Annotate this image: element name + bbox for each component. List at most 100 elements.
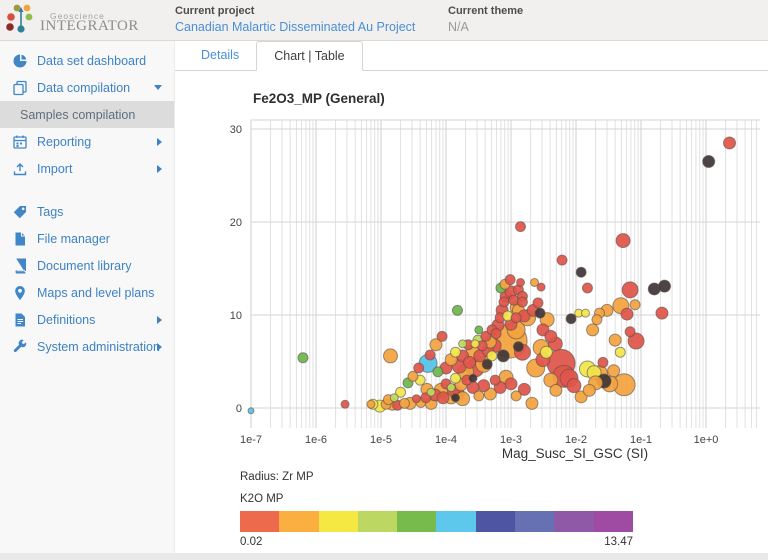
scatter-point xyxy=(515,222,525,232)
scatter-point xyxy=(545,330,557,342)
scatter-point xyxy=(491,329,501,339)
color-scale-segment xyxy=(594,511,633,532)
tab-chart-table[interactable]: Chart | Table xyxy=(256,41,362,71)
scatter-point xyxy=(557,255,567,265)
scatter-point xyxy=(516,278,524,286)
color-legend-label: K2O MP xyxy=(240,493,283,505)
scatter-point xyxy=(469,374,477,382)
scatter-point xyxy=(550,384,562,396)
chevron-right-icon xyxy=(157,165,162,173)
svg-text:30: 30 xyxy=(230,124,242,136)
sidebar-item-data-set-dashboard[interactable]: Data set dashboard xyxy=(0,47,174,74)
scatter-point xyxy=(566,314,576,324)
current-project-value[interactable]: Canadian Malartic Disseminated Au Projec… xyxy=(175,20,415,34)
color-scale-range: 0.02 13.47 xyxy=(240,536,633,548)
sidebar-item-file-manager[interactable]: File manager xyxy=(0,225,174,252)
sidebar-item-label: Tags xyxy=(37,205,63,219)
scatter-point xyxy=(616,234,630,248)
main-content: Details Chart | Table Fe2O3_MP (General)… xyxy=(175,41,768,553)
sidebar-item-data-compilation[interactable]: Data compilation xyxy=(0,74,174,101)
svg-text:0: 0 xyxy=(236,403,242,415)
scatter-chart: 01020301e-71e-61e-51e-41e-31e-21e-11e+0 xyxy=(175,85,768,460)
scatter-point xyxy=(615,347,625,357)
scatter-point xyxy=(513,342,523,352)
sidebar-item-definitions[interactable]: Definitions xyxy=(0,306,174,333)
sidebar-item-label: File manager xyxy=(37,232,110,246)
radius-legend-label: Radius: Zr MP xyxy=(240,471,314,483)
sidebar-item-samples-compilation[interactable]: Samples compilation xyxy=(0,101,174,128)
scatter-point xyxy=(427,388,435,396)
scatter-point xyxy=(450,373,460,383)
scatter-point xyxy=(452,305,462,315)
color-scale-segment xyxy=(319,511,358,532)
scatter-point xyxy=(248,408,254,414)
scatter-point xyxy=(592,315,602,325)
svg-text:1e-6: 1e-6 xyxy=(305,434,327,446)
sidebar-item-system-administration[interactable]: System administration xyxy=(0,333,174,360)
upload-icon xyxy=(12,161,28,177)
scatter-point xyxy=(433,367,443,377)
tab-details[interactable]: Details xyxy=(184,41,256,70)
scatter-point xyxy=(475,326,483,334)
scatter-point xyxy=(540,346,552,358)
sidebar-item-label: Document library xyxy=(37,259,131,273)
chevron-right-icon xyxy=(157,316,162,324)
scatter-point xyxy=(482,359,492,369)
app-window: Geoscience INTEGRATOR Current project Ca… xyxy=(0,0,768,560)
scatter-point xyxy=(383,349,397,363)
svg-text:1e-7: 1e-7 xyxy=(240,434,262,446)
scatter-point xyxy=(505,378,517,390)
tab-bar: Details Chart | Table xyxy=(175,41,768,71)
scatter-point xyxy=(341,400,349,408)
sidebar-item-document-library[interactable]: Document library xyxy=(0,252,174,279)
scatter-point xyxy=(425,350,435,360)
svg-text:1e-4: 1e-4 xyxy=(435,434,457,446)
scatter-point xyxy=(459,340,467,348)
svg-text:1e-3: 1e-3 xyxy=(500,434,522,446)
current-theme-value: N/A xyxy=(448,20,523,34)
current-theme-block: Current theme N/A xyxy=(448,5,523,34)
scatter-point xyxy=(511,313,521,323)
scatter-point xyxy=(474,391,484,401)
x-axis-title: Mag_Susc_SI_GSC (SI) xyxy=(375,446,768,461)
svg-text:1e+0: 1e+0 xyxy=(694,434,719,446)
sidebar-item-label: Maps and level plans xyxy=(37,286,154,300)
scatter-point xyxy=(490,375,500,385)
sidebar-item-tags[interactable]: Tags xyxy=(0,198,174,225)
scatter-point xyxy=(622,282,638,298)
scatter-point xyxy=(581,309,589,317)
current-theme-label: Current theme xyxy=(448,5,523,17)
sidebar-item-label: Data compilation xyxy=(37,81,130,95)
sidebar-item-label: Import xyxy=(37,162,72,176)
scatter-point xyxy=(437,392,449,404)
scatter-point xyxy=(390,394,398,402)
sidebar-nav: Data set dashboard Data compilation Samp… xyxy=(0,41,175,553)
current-project-label: Current project xyxy=(175,5,415,17)
scatter-point xyxy=(367,400,375,408)
sidebar-item-label: Definitions xyxy=(37,313,95,327)
svg-text:1e-1: 1e-1 xyxy=(630,434,652,446)
color-scale-segment xyxy=(397,511,436,532)
scatter-point xyxy=(298,353,308,363)
chevron-right-icon xyxy=(157,138,162,146)
scatter-point xyxy=(609,334,621,346)
color-scale-segment xyxy=(554,511,593,532)
sidebar-item-maps-and-level-plans[interactable]: Maps and level plans xyxy=(0,279,174,306)
color-scale-segment xyxy=(436,511,475,532)
sidebar-item-import[interactable]: Import xyxy=(0,155,174,182)
file-icon xyxy=(12,231,28,247)
logo-dots-icon xyxy=(6,2,42,36)
book-icon xyxy=(12,258,28,274)
color-scale-segment xyxy=(358,511,397,532)
logo-line2: INTEGRATOR xyxy=(40,18,139,35)
scatter-point xyxy=(703,156,715,168)
geoscience-integrator-logo: Geoscience INTEGRATOR xyxy=(6,2,171,38)
svg-text:10: 10 xyxy=(230,310,242,322)
sidebar-item-label: System administration xyxy=(37,340,160,354)
scatter-point xyxy=(478,380,490,392)
chevron-down-icon xyxy=(154,85,162,90)
scatter-point xyxy=(511,391,521,401)
scatter-point xyxy=(497,350,509,362)
sidebar-item-reporting[interactable]: Reporting xyxy=(0,128,174,155)
color-scale-segment xyxy=(279,511,318,532)
